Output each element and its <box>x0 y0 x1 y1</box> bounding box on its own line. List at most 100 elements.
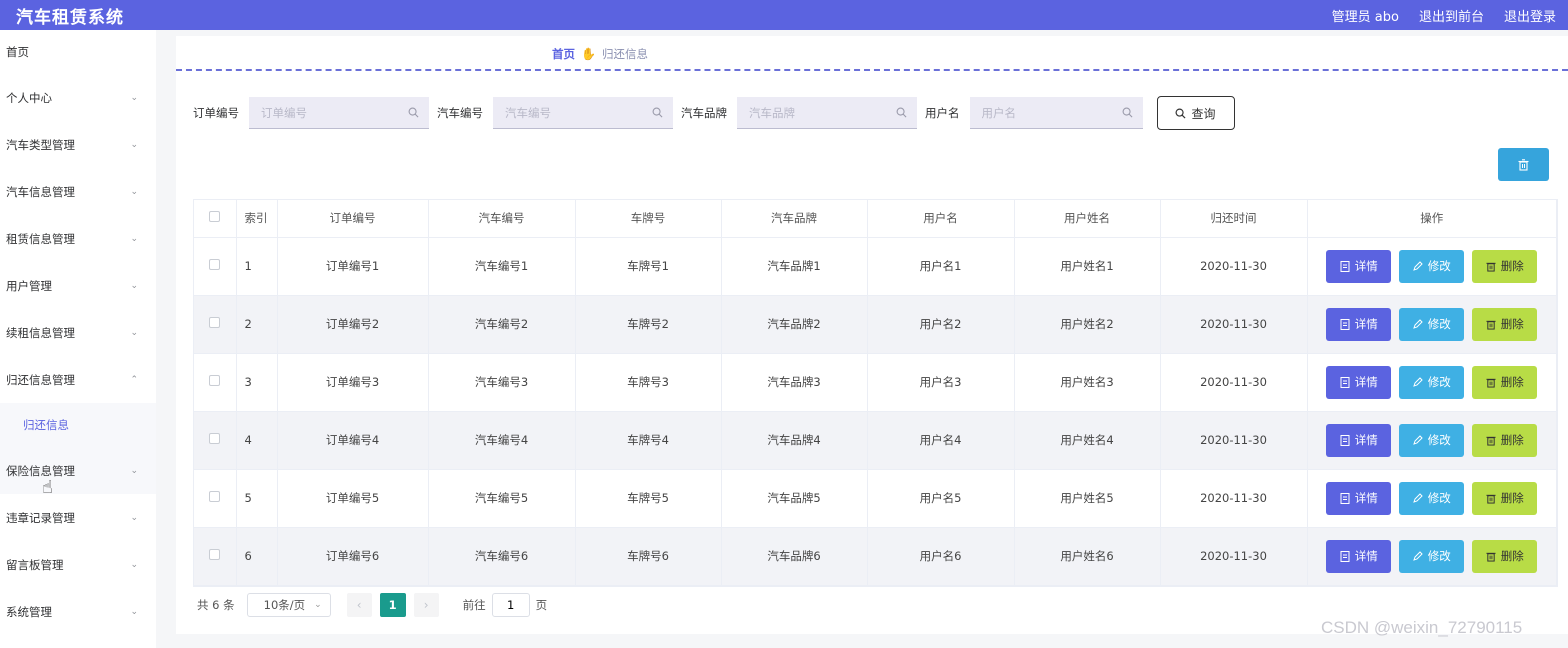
order-number-field[interactable] <box>249 97 429 129</box>
page-size-select[interactable]: 10条/页 ⌄ <box>246 593 331 617</box>
page-number-current[interactable]: 1 <box>379 593 406 617</box>
cell-return-time: 2020-11-30 <box>1160 237 1308 296</box>
sidebar-item-renewal-info[interactable]: 续租信息管理 ⌄ <box>0 309 156 356</box>
detail-button[interactable]: 详情 <box>1326 423 1392 457</box>
sidebar-item-label: 留言板管理 <box>6 557 64 572</box>
edit-button[interactable]: 修改 <box>1399 539 1465 573</box>
username-field[interactable] <box>969 97 1143 129</box>
row-actions: 详情 修改 删除 <box>1308 365 1557 399</box>
delete-button-label: 删除 <box>1500 375 1524 389</box>
breadcrumb-home[interactable]: 首页 <box>552 46 575 62</box>
car-brand-label: 汽车品牌 <box>681 106 727 120</box>
goto-page-input[interactable] <box>491 593 530 617</box>
chevron-left-icon: ‹ <box>356 598 362 612</box>
edit-button[interactable]: 修改 <box>1399 249 1465 283</box>
select-all-checkbox[interactable] <box>209 211 221 223</box>
row-select-cell[interactable] <box>194 353 237 412</box>
edit-button[interactable]: 修改 <box>1399 423 1465 457</box>
cell-index: 6 <box>236 527 278 586</box>
row-select-cell[interactable] <box>194 527 237 586</box>
car-brand-input[interactable] <box>749 105 879 120</box>
cell-order-number: 订单编号3 <box>277 353 429 412</box>
chevron-down-icon: ⌄ <box>314 600 322 610</box>
car-brand-field[interactable] <box>737 97 917 129</box>
detail-button[interactable]: 详情 <box>1326 307 1392 341</box>
cell-index: 3 <box>236 353 278 412</box>
bulk-delete-button[interactable] <box>1498 148 1549 181</box>
order-number-input[interactable] <box>261 105 391 120</box>
row-select-cell[interactable] <box>194 469 237 528</box>
breadcrumb-current: 归还信息 <box>601 47 648 61</box>
delete-button[interactable]: 删除 <box>1472 365 1538 399</box>
sidebar-item-rental-info[interactable]: 租赁信息管理 ⌄ <box>0 215 156 262</box>
top-bar: 汽车租赁系统 管理员 abo 退出到前台 退出登录 <box>0 0 1568 30</box>
sidebar-item-home[interactable]: 首页 <box>0 30 156 74</box>
sidebar-item-label: 个人中心 <box>6 90 52 105</box>
delete-button[interactable]: 删除 <box>1472 481 1538 515</box>
cell-return-time: 2020-11-30 <box>1160 469 1308 528</box>
sidebar-item-personal-center[interactable]: 个人中心 ⌄ <box>0 74 156 121</box>
sidebar-item-label: 系统管理 <box>6 604 52 619</box>
cell-index: 5 <box>236 469 278 528</box>
main-panel: 首页 ✋ 归还信息 订单编号 汽车编号 汽车品牌 用户名 查询 <box>176 36 1568 634</box>
row-actions: 详情 修改 删除 <box>1308 423 1557 457</box>
column-header: 操作 <box>1307 200 1557 238</box>
query-button[interactable]: 查询 <box>1156 96 1235 130</box>
detail-button[interactable]: 详情 <box>1326 481 1392 515</box>
logout-link[interactable]: 退出登录 <box>1504 6 1556 25</box>
page-suffix: 页 <box>535 598 548 612</box>
detail-button[interactable]: 详情 <box>1326 249 1392 283</box>
submenu-item-label: 归还信息 <box>23 418 69 432</box>
chevron-down-icon: ⌄ <box>130 327 138 338</box>
detail-button[interactable]: 详情 <box>1326 365 1392 399</box>
table-row: 1 订单编号1 汽车编号1 车牌号1 汽车品牌1 用户名1 用户姓名1 2020-11-30 详… <box>194 237 1557 296</box>
row-checkbox[interactable] <box>209 433 221 444</box>
sidebar-item-insurance-info[interactable]: 保险信息管理 ⌄ <box>0 447 156 494</box>
back-to-front-link[interactable]: 退出到前台 <box>1419 6 1484 25</box>
detail-button[interactable]: 详情 <box>1326 539 1392 573</box>
delete-button[interactable]: 删除 <box>1472 307 1538 341</box>
chevron-down-icon: ⌄ <box>130 606 138 617</box>
edit-button[interactable]: 修改 <box>1399 307 1465 341</box>
row-checkbox[interactable] <box>209 491 221 502</box>
sidebar-item-message-board[interactable]: 留言板管理 ⌄ <box>0 541 156 588</box>
row-actions: 详情 修改 删除 <box>1308 539 1557 573</box>
sidebar-item-label: 归还信息管理 <box>6 372 75 387</box>
row-checkbox[interactable] <box>209 317 221 328</box>
sidebar-item-car-type[interactable]: 汽车类型管理 ⌄ <box>0 121 156 168</box>
goto-page: 前往 页 <box>463 593 548 617</box>
sidebar-item-car-info[interactable]: 汽车信息管理 ⌄ <box>0 168 156 215</box>
sidebar-item-violation-records[interactable]: 违章记录管理 ⌄ <box>0 494 156 541</box>
row-checkbox[interactable] <box>209 549 221 560</box>
submenu-item-return-info[interactable]: 归还信息 <box>0 403 156 447</box>
cell-order-number: 订单编号1 <box>277 237 429 296</box>
row-select-cell[interactable] <box>194 295 237 354</box>
column-header: 汽车品牌 <box>721 200 868 238</box>
car-number-field[interactable] <box>493 97 673 129</box>
delete-button[interactable]: 删除 <box>1472 249 1538 283</box>
delete-button[interactable]: 删除 <box>1472 539 1538 573</box>
cell-return-time: 2020-11-30 <box>1160 295 1308 354</box>
row-checkbox[interactable] <box>209 259 221 270</box>
edit-button[interactable]: 修改 <box>1399 481 1465 515</box>
sidebar-item-users[interactable]: 用户管理 ⌄ <box>0 262 156 309</box>
cell-plate-number: 车牌号3 <box>575 353 722 412</box>
username-input[interactable] <box>981 105 1112 120</box>
car-number-input[interactable] <box>505 105 635 120</box>
search-icon <box>408 107 419 118</box>
next-page-button[interactable]: › <box>413 593 439 617</box>
row-select-cell[interactable] <box>194 237 237 296</box>
delete-button[interactable]: 删除 <box>1472 423 1538 457</box>
document-icon <box>1340 434 1350 446</box>
sidebar-item-return-info[interactable]: 归还信息管理 ⌃ <box>0 356 156 403</box>
row-checkbox[interactable] <box>209 375 221 386</box>
cell-order-number: 订单编号4 <box>277 411 429 470</box>
sidebar-item-system[interactable]: 系统管理 ⌄ <box>0 588 156 635</box>
row-select-cell[interactable] <box>194 411 237 470</box>
sidebar-item-label: 租赁信息管理 <box>6 231 75 246</box>
edit-button[interactable]: 修改 <box>1399 365 1465 399</box>
admin-user[interactable]: 管理员 abo <box>1332 6 1399 25</box>
row-actions: 详情 修改 删除 <box>1308 307 1557 341</box>
select-all-cell[interactable] <box>194 200 237 238</box>
prev-page-button[interactable]: ‹ <box>346 593 372 617</box>
